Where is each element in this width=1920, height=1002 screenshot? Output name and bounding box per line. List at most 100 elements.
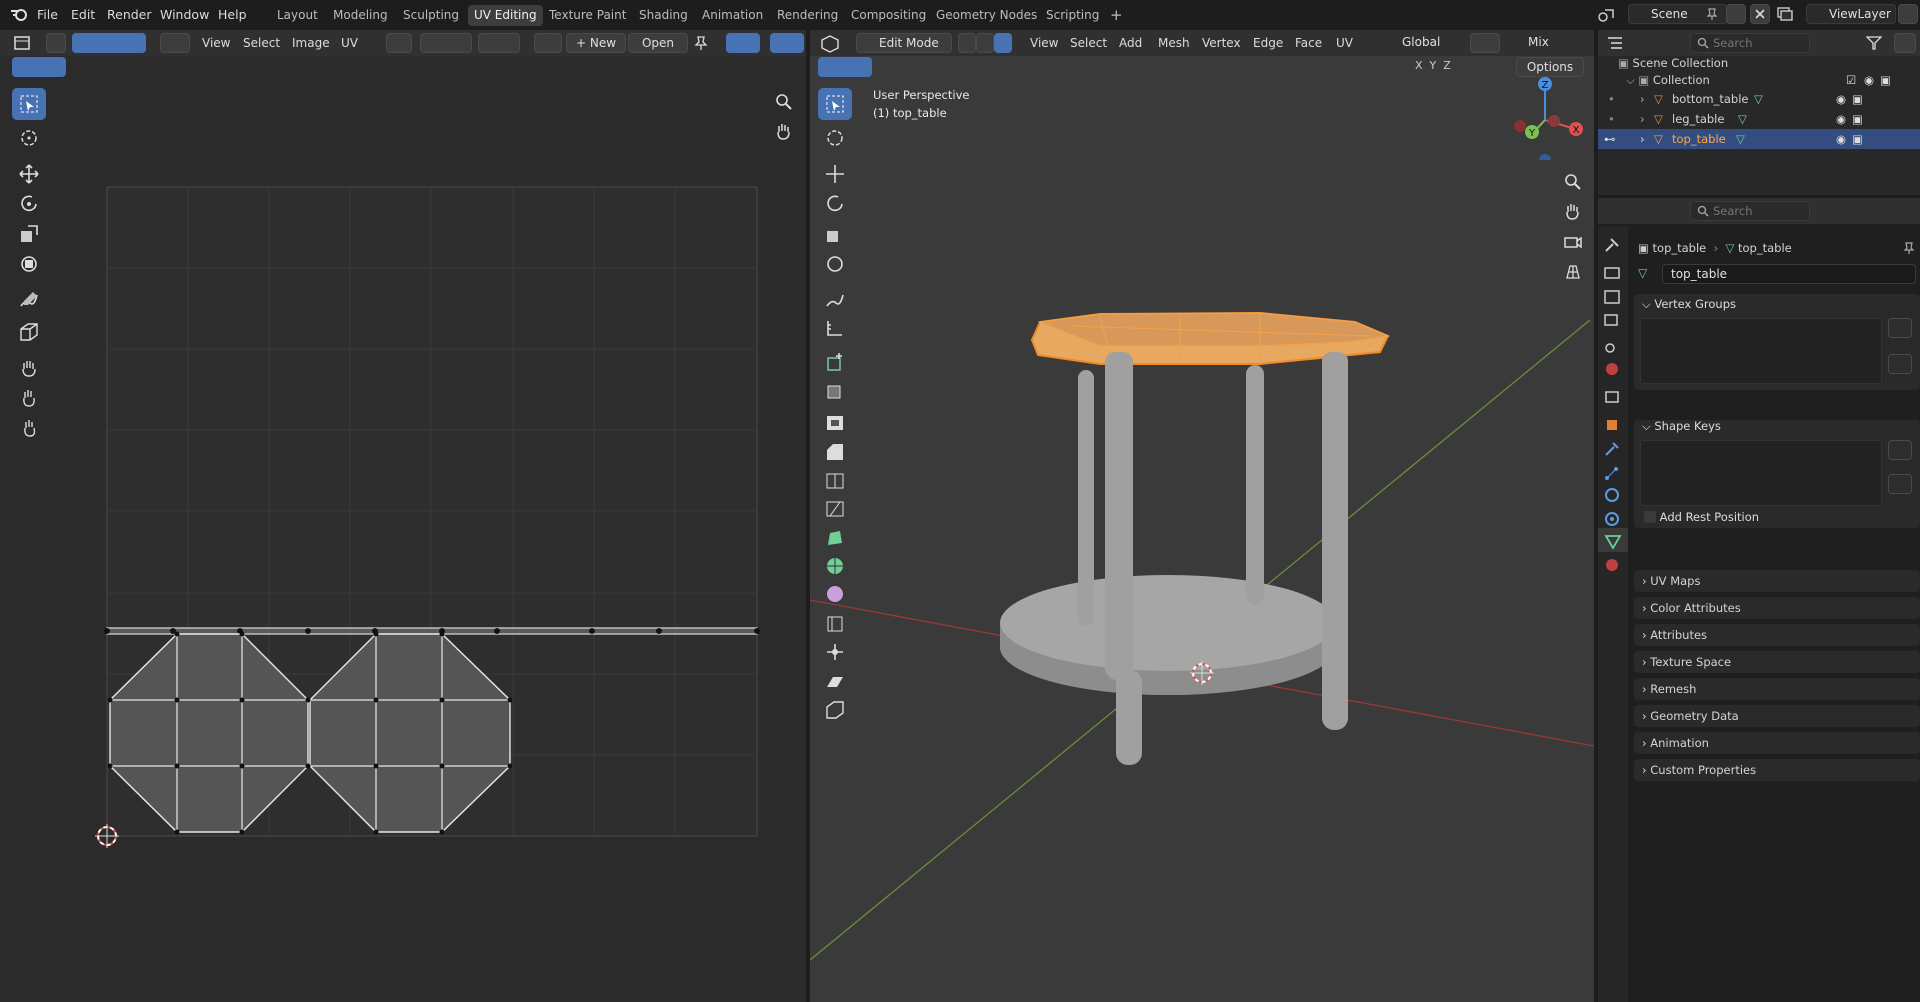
delete-scene-button[interactable] (1750, 4, 1770, 24)
menu-render[interactable]: Render (107, 0, 152, 29)
tab-view-layer-icon[interactable] (1601, 310, 1625, 334)
expand-arrow-icon[interactable]: › (1640, 129, 1645, 149)
section-color-attributes[interactable]: › Color Attributes (1634, 597, 1920, 619)
attributes-title: Attributes (1650, 628, 1708, 642)
menu-edit[interactable]: Edit (71, 0, 95, 29)
tab-particles-icon[interactable] (1601, 462, 1625, 486)
tab-mesh-data-icon[interactable] (1598, 528, 1628, 552)
new-scene-button[interactable] (1726, 4, 1746, 24)
properties-breadcrumb: ▣ top_table › ▽ top_table (1638, 241, 1792, 255)
tab-modeling[interactable]: Modeling (327, 5, 394, 26)
display-mode[interactable] (1640, 33, 1670, 53)
add-rest-position-row[interactable]: Add Rest Position (1644, 510, 1759, 524)
tab-world-icon[interactable] (1601, 358, 1625, 382)
pin-icon[interactable] (1706, 8, 1718, 20)
vertex-groups-header[interactable]: ⌵ Vertex Groups (1642, 297, 1736, 312)
tab-physics-icon[interactable] (1601, 484, 1625, 508)
vertex-groups-list[interactable] (1640, 318, 1882, 384)
properties-editor-type[interactable] (1604, 201, 1634, 221)
tab-object-icon[interactable] (1601, 414, 1625, 438)
section-attributes[interactable]: › Attributes (1634, 624, 1920, 646)
expand-arrow-icon[interactable]: › (1640, 89, 1645, 109)
tab-texture-paint[interactable]: Texture Paint (543, 5, 632, 26)
add-shape-key-button[interactable] (1888, 440, 1912, 460)
properties-search[interactable] (1690, 201, 1810, 221)
tab-output-icon[interactable] (1601, 286, 1625, 310)
section-uv-maps[interactable]: › UV Maps (1634, 570, 1920, 592)
menu-window[interactable]: Window (160, 0, 209, 29)
camera-icon[interactable]: ▣ (1852, 129, 1863, 149)
outliner-editor-type[interactable] (1604, 33, 1634, 53)
new-view-layer-button[interactable] (1898, 4, 1918, 24)
mesh-name-field[interactable]: top_table (1662, 264, 1916, 284)
new-collection-button[interactable] (1894, 33, 1916, 53)
section-animation[interactable]: › Animation (1634, 732, 1920, 754)
mesh-data-icon: ▽ (1736, 132, 1745, 146)
outliner-row-top-table[interactable]: ⊷ › ▽ top_table ▽ ◉ ▣ (1598, 129, 1920, 149)
collection-row[interactable]: ⌵ ▣ Collection ☑ ◉ ▣ (1626, 71, 1916, 89)
section-custom-properties[interactable]: › Custom Properties (1634, 759, 1920, 781)
section-remesh[interactable]: › Remesh (1634, 678, 1920, 700)
outliner-search[interactable] (1690, 33, 1810, 53)
tab-modifiers-icon[interactable] (1601, 438, 1625, 462)
eye-icon[interactable]: ◉ (1836, 109, 1846, 129)
tab-geometry-nodes[interactable]: Geometry Nodes (930, 5, 1043, 26)
outliner-search-input[interactable] (1713, 36, 1803, 50)
viewport-scene[interactable] (810, 30, 1594, 1002)
add-rest-position-checkbox[interactable] (1644, 511, 1656, 523)
add-rest-position-label: Add Rest Position (1659, 510, 1760, 524)
menu-file[interactable]: File (37, 0, 58, 29)
mesh-object-icon: ▽ (1654, 112, 1663, 126)
eye-icon[interactable]: ◉ (1836, 89, 1846, 109)
view-layer-selector[interactable]: ViewLayer (1806, 4, 1896, 24)
outliner-row-leg-table[interactable]: • › ▽ leg_table ▽ ◉ ▣ (1604, 109, 1920, 129)
expand-arrow-icon[interactable]: › (1640, 109, 1645, 129)
viewport-3d: Edit Mode View Select Add Mesh Vertex Ed… (810, 30, 1594, 1002)
pin-icon[interactable] (1903, 242, 1915, 254)
scene-collection-row[interactable]: ▣ Scene Collection (1618, 54, 1728, 72)
eye-icon[interactable]: ◉ (1836, 129, 1846, 149)
add-workspace-button[interactable]: + (1104, 5, 1129, 26)
uv-editor: View Select Image UV + New Open (0, 30, 806, 1002)
scene-icon[interactable] (1597, 6, 1615, 22)
filter-icon[interactable] (1866, 36, 1882, 50)
properties-search-input[interactable] (1713, 204, 1803, 218)
top-bar: File Edit Render Window Help Layout Mode… (0, 0, 1920, 29)
tab-compositing[interactable]: Compositing (845, 5, 932, 26)
tab-uv-editing[interactable]: UV Editing (468, 5, 543, 26)
remesh-title: Remesh (1650, 682, 1697, 696)
uv-maps-title: UV Maps (1650, 574, 1701, 588)
outliner-row-bottom-table[interactable]: • › ▽ bottom_table ▽ ◉ ▣ (1604, 89, 1920, 109)
section-texture-space[interactable]: › Texture Space (1634, 651, 1920, 673)
shape-key-menu-button[interactable] (1888, 474, 1912, 494)
add-vertex-group-button[interactable] (1888, 318, 1912, 338)
checkbox-icon[interactable]: ☑ (1846, 71, 1856, 89)
view-layer-name: ViewLayer (1829, 7, 1891, 21)
tab-material-icon[interactable] (1601, 554, 1625, 578)
view-layer-icon[interactable] (1776, 6, 1802, 22)
tab-layout[interactable]: Layout (271, 5, 324, 26)
mesh-data-icon: ▽ (1638, 266, 1648, 280)
shape-keys-header[interactable]: ⌵ Shape Keys (1642, 419, 1721, 434)
section-geometry-data[interactable]: › Geometry Data (1634, 705, 1920, 727)
animation-title: Animation (1650, 736, 1709, 750)
tab-scene-icon[interactable] (1601, 334, 1625, 358)
shape-keys-list[interactable] (1640, 440, 1882, 506)
camera-icon[interactable]: ▣ (1852, 109, 1863, 129)
top-table-label: top_table (1672, 132, 1726, 146)
tab-scripting[interactable]: Scripting (1040, 5, 1105, 26)
tab-tool-icon[interactable] (1601, 234, 1625, 258)
menu-help[interactable]: Help (218, 0, 247, 29)
tab-render-icon[interactable] (1601, 262, 1625, 286)
tab-animation[interactable]: Animation (696, 5, 769, 26)
tab-shading[interactable]: Shading (633, 5, 694, 26)
eye-icon[interactable]: ◉ (1864, 71, 1874, 89)
uv-canvas[interactable] (0, 30, 806, 1002)
tab-sculpting[interactable]: Sculpting (397, 5, 465, 26)
camera-icon[interactable]: ▣ (1852, 89, 1863, 109)
blender-logo-icon[interactable] (10, 6, 28, 22)
camera-icon[interactable]: ▣ (1880, 71, 1891, 89)
tab-rendering[interactable]: Rendering (771, 5, 844, 26)
vertex-group-menu-button[interactable] (1888, 354, 1912, 374)
tab-collection-icon[interactable] (1601, 386, 1625, 410)
